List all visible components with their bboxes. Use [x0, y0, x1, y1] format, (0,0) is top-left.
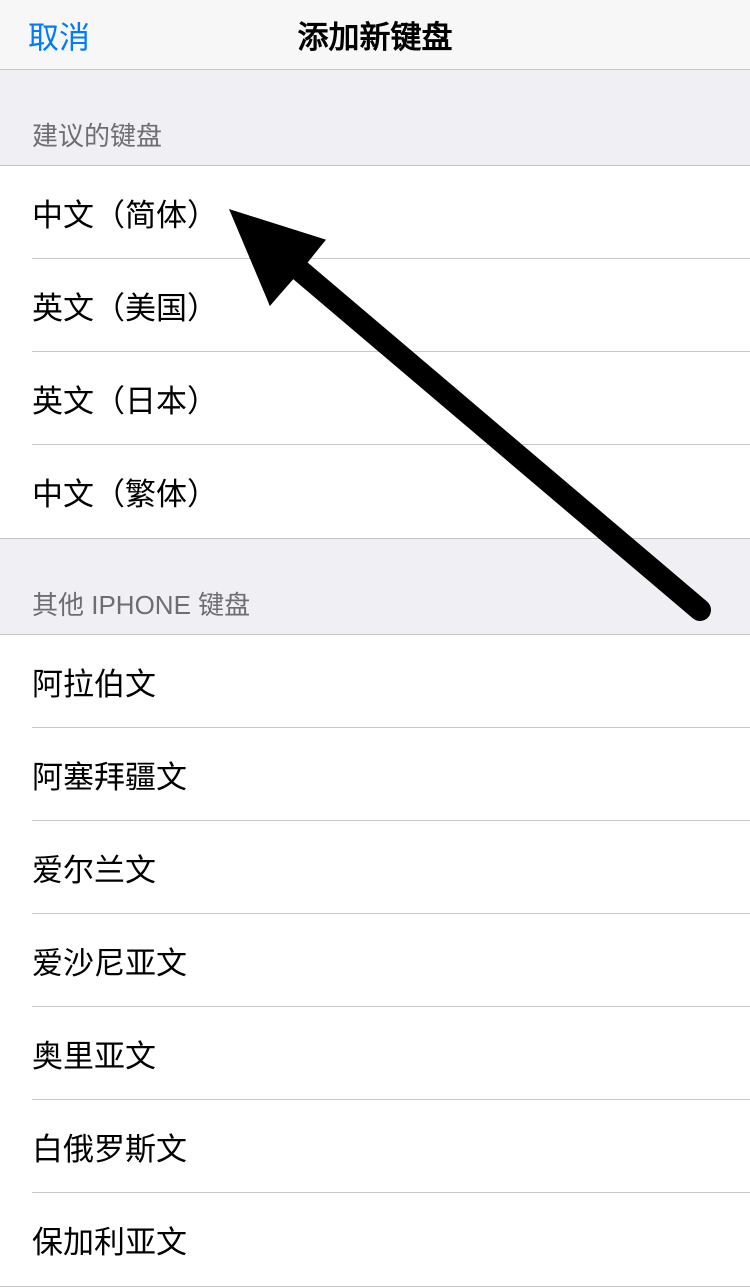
list-item[interactable]: 阿塞拜疆文 [0, 728, 750, 821]
list-item[interactable]: 奥里亚文 [0, 1007, 750, 1100]
list-item[interactable]: 英文（日本） [0, 352, 750, 445]
list-item[interactable]: 中文（简体） [0, 166, 750, 259]
list-item[interactable]: 英文（美国） [0, 259, 750, 352]
navigation-bar: 取消 添加新键盘 [0, 0, 750, 70]
list-item[interactable]: 保加利亚文 [0, 1193, 750, 1286]
section-header-suggested: 建议的键盘 [0, 70, 750, 165]
section-header-other: 其他 IPHONE 键盘 [0, 539, 750, 634]
list-item[interactable]: 爱沙尼亚文 [0, 914, 750, 1007]
cancel-button[interactable]: 取消 [28, 12, 90, 57]
list-item[interactable]: 爱尔兰文 [0, 821, 750, 914]
list-item[interactable]: 中文（繁体） [0, 445, 750, 538]
page-title: 添加新键盘 [298, 12, 453, 57]
suggested-keyboards-list: 中文（简体） 英文（美国） 英文（日本） 中文（繁体） [0, 165, 750, 539]
list-item[interactable]: 白俄罗斯文 [0, 1100, 750, 1193]
list-item[interactable]: 阿拉伯文 [0, 635, 750, 728]
other-keyboards-list: 阿拉伯文 阿塞拜疆文 爱尔兰文 爱沙尼亚文 奥里亚文 白俄罗斯文 保加利亚文 [0, 634, 750, 1287]
